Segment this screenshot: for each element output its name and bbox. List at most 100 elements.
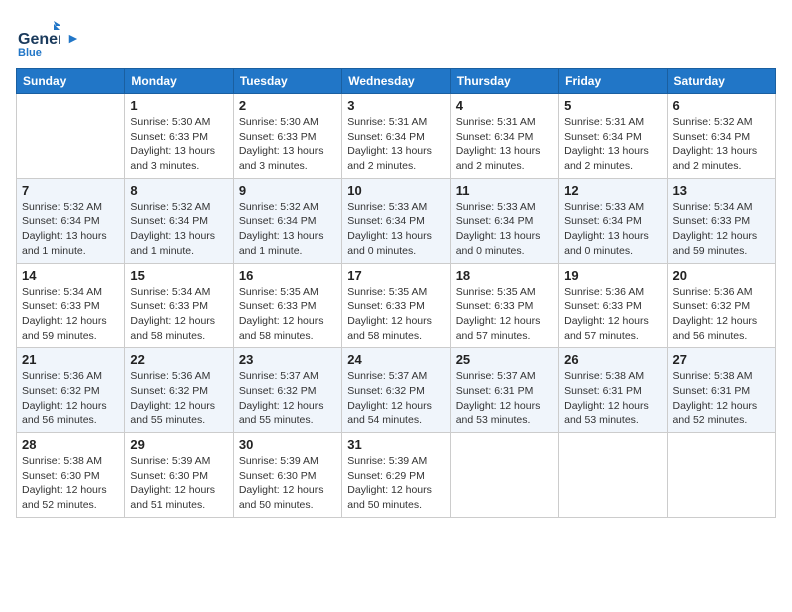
day-number: 21 — [22, 352, 119, 367]
day-info: Sunrise: 5:37 AM Sunset: 6:32 PM Dayligh… — [347, 369, 444, 428]
week-row-4: 21 Sunrise: 5:36 AM Sunset: 6:32 PM Dayli… — [17, 348, 776, 433]
day-number: 12 — [564, 183, 661, 198]
day-number: 8 — [130, 183, 227, 198]
week-row-1: 1Sunrise: 5:30 AM Sunset: 6:33 PM Daylig… — [17, 94, 776, 179]
week-row-3: 14 Sunrise: 5:34 AM Sunset: 6:33 PM Dayli… — [17, 263, 776, 348]
day-number: 14 — [22, 268, 119, 283]
day-number: 18 — [456, 268, 553, 283]
calendar-cell — [667, 433, 775, 518]
day-info: Sunrise: 5:30 AM Sunset: 6:33 PM Dayligh… — [130, 115, 227, 174]
day-info: Sunrise: 5:36 AM Sunset: 6:32 PM Dayligh… — [22, 369, 119, 428]
day-number: 16 — [239, 268, 336, 283]
calendar-cell: 30Sunrise: 5:39 AM Sunset: 6:30 PM Dayli… — [233, 433, 341, 518]
calendar-cell — [559, 433, 667, 518]
weekday-header-sunday: Sunday — [17, 69, 125, 94]
calendar-cell: 22 Sunrise: 5:36 AM Sunset: 6:32 PM Dayli… — [125, 348, 233, 433]
calendar-cell: 14 Sunrise: 5:34 AM Sunset: 6:33 PM Dayli… — [17, 263, 125, 348]
logo: General Blue ► — [16, 16, 80, 60]
calendar-cell: 16 Sunrise: 5:35 AM Sunset: 6:33 PM Dayli… — [233, 263, 341, 348]
svg-text:General: General — [18, 31, 60, 48]
day-number: 26 — [564, 352, 661, 367]
day-info: Sunrise: 5:36 AM Sunset: 6:32 PM Dayligh… — [130, 369, 227, 428]
weekday-header-saturday: Saturday — [667, 69, 775, 94]
day-number: 31 — [347, 437, 444, 452]
calendar-cell: 13 Sunrise: 5:34 AM Sunset: 6:33 PM Dayli… — [667, 178, 775, 263]
calendar-cell: 26 Sunrise: 5:38 AM Sunset: 6:31 PM Dayli… — [559, 348, 667, 433]
logo-icon: General Blue — [16, 16, 60, 60]
weekday-header-wednesday: Wednesday — [342, 69, 450, 94]
day-info: Sunrise: 5:37 AM Sunset: 6:32 PM Dayligh… — [239, 369, 336, 428]
calendar-cell — [17, 94, 125, 179]
day-number: 7 — [22, 183, 119, 198]
calendar-cell: 8 Sunrise: 5:32 AM Sunset: 6:34 PM Daylig… — [125, 178, 233, 263]
calendar-cell: 27 Sunrise: 5:38 AM Sunset: 6:31 PM Dayli… — [667, 348, 775, 433]
day-info: Sunrise: 5:34 AM Sunset: 6:33 PM Dayligh… — [130, 285, 227, 344]
day-number: 27 — [673, 352, 770, 367]
logo-blue: ► — [64, 31, 80, 46]
weekday-header-friday: Friday — [559, 69, 667, 94]
calendar-cell: 6 Sunrise: 5:32 AM Sunset: 6:34 PM Daylig… — [667, 94, 775, 179]
calendar-cell: 17Sunrise: 5:35 AM Sunset: 6:33 PM Dayli… — [342, 263, 450, 348]
calendar-cell: 11 Sunrise: 5:33 AM Sunset: 6:34 PM Dayli… — [450, 178, 558, 263]
day-info: Sunrise: 5:32 AM Sunset: 6:34 PM Dayligh… — [130, 200, 227, 259]
day-info: Sunrise: 5:39 AM Sunset: 6:30 PM Dayligh… — [130, 454, 227, 513]
calendar-cell: 7 Sunrise: 5:32 AM Sunset: 6:34 PM Daylig… — [17, 178, 125, 263]
day-info: Sunrise: 5:32 AM Sunset: 6:34 PM Dayligh… — [673, 115, 770, 174]
day-info: Sunrise: 5:38 AM Sunset: 6:31 PM Dayligh… — [673, 369, 770, 428]
day-info: Sunrise: 5:33 AM Sunset: 6:34 PM Dayligh… — [456, 200, 553, 259]
calendar-cell: 9Sunrise: 5:32 AM Sunset: 6:34 PM Daylig… — [233, 178, 341, 263]
day-info: Sunrise: 5:32 AM Sunset: 6:34 PM Dayligh… — [239, 200, 336, 259]
calendar-table: SundayMondayTuesdayWednesdayThursdayFrid… — [16, 68, 776, 518]
day-number: 24 — [347, 352, 444, 367]
day-number: 6 — [673, 98, 770, 113]
day-number: 25 — [456, 352, 553, 367]
calendar-cell: 3 Sunrise: 5:31 AM Sunset: 6:34 PM Daylig… — [342, 94, 450, 179]
day-number: 4 — [456, 98, 553, 113]
day-info: Sunrise: 5:34 AM Sunset: 6:33 PM Dayligh… — [673, 200, 770, 259]
day-info: Sunrise: 5:37 AM Sunset: 6:31 PM Dayligh… — [456, 369, 553, 428]
day-number: 13 — [673, 183, 770, 198]
day-info: Sunrise: 5:36 AM Sunset: 6:32 PM Dayligh… — [673, 285, 770, 344]
calendar-cell: 15 Sunrise: 5:34 AM Sunset: 6:33 PM Dayli… — [125, 263, 233, 348]
weekday-header-thursday: Thursday — [450, 69, 558, 94]
calendar-cell: 1Sunrise: 5:30 AM Sunset: 6:33 PM Daylig… — [125, 94, 233, 179]
day-info: Sunrise: 5:39 AM Sunset: 6:29 PM Dayligh… — [347, 454, 444, 513]
day-info: Sunrise: 5:35 AM Sunset: 6:33 PM Dayligh… — [347, 285, 444, 344]
day-info: Sunrise: 5:38 AM Sunset: 6:30 PM Dayligh… — [22, 454, 119, 513]
calendar-cell: 28 Sunrise: 5:38 AM Sunset: 6:30 PM Dayli… — [17, 433, 125, 518]
calendar-cell: 25 Sunrise: 5:37 AM Sunset: 6:31 PM Dayli… — [450, 348, 558, 433]
day-info: Sunrise: 5:33 AM Sunset: 6:34 PM Dayligh… — [347, 200, 444, 259]
day-number: 15 — [130, 268, 227, 283]
day-info: Sunrise: 5:38 AM Sunset: 6:31 PM Dayligh… — [564, 369, 661, 428]
calendar-cell: 23 Sunrise: 5:37 AM Sunset: 6:32 PM Dayli… — [233, 348, 341, 433]
day-info: Sunrise: 5:31 AM Sunset: 6:34 PM Dayligh… — [347, 115, 444, 174]
calendar-cell: 19Sunrise: 5:36 AM Sunset: 6:33 PM Dayli… — [559, 263, 667, 348]
page-header: General Blue ► — [16, 16, 776, 60]
day-number: 28 — [22, 437, 119, 452]
day-info: Sunrise: 5:34 AM Sunset: 6:33 PM Dayligh… — [22, 285, 119, 344]
day-info: Sunrise: 5:35 AM Sunset: 6:33 PM Dayligh… — [456, 285, 553, 344]
day-number: 5 — [564, 98, 661, 113]
calendar-cell: 2 Sunrise: 5:30 AM Sunset: 6:33 PM Daylig… — [233, 94, 341, 179]
weekday-header-tuesday: Tuesday — [233, 69, 341, 94]
day-number: 2 — [239, 98, 336, 113]
day-info: Sunrise: 5:31 AM Sunset: 6:34 PM Dayligh… — [564, 115, 661, 174]
day-number: 3 — [347, 98, 444, 113]
svg-text:Blue: Blue — [18, 47, 42, 59]
calendar-cell: 4 Sunrise: 5:31 AM Sunset: 6:34 PM Daylig… — [450, 94, 558, 179]
day-info: Sunrise: 5:32 AM Sunset: 6:34 PM Dayligh… — [22, 200, 119, 259]
calendar-cell: 12Sunrise: 5:33 AM Sunset: 6:34 PM Dayli… — [559, 178, 667, 263]
day-number: 20 — [673, 268, 770, 283]
day-number: 11 — [456, 183, 553, 198]
day-number: 10 — [347, 183, 444, 198]
day-number: 29 — [130, 437, 227, 452]
day-info: Sunrise: 5:30 AM Sunset: 6:33 PM Dayligh… — [239, 115, 336, 174]
calendar-cell: 31 Sunrise: 5:39 AM Sunset: 6:29 PM Dayli… — [342, 433, 450, 518]
day-info: Sunrise: 5:31 AM Sunset: 6:34 PM Dayligh… — [456, 115, 553, 174]
day-number: 22 — [130, 352, 227, 367]
day-info: Sunrise: 5:35 AM Sunset: 6:33 PM Dayligh… — [239, 285, 336, 344]
calendar-cell: 24 Sunrise: 5:37 AM Sunset: 6:32 PM Dayli… — [342, 348, 450, 433]
day-number: 19 — [564, 268, 661, 283]
calendar-cell: 20 Sunrise: 5:36 AM Sunset: 6:32 PM Dayli… — [667, 263, 775, 348]
day-number: 23 — [239, 352, 336, 367]
